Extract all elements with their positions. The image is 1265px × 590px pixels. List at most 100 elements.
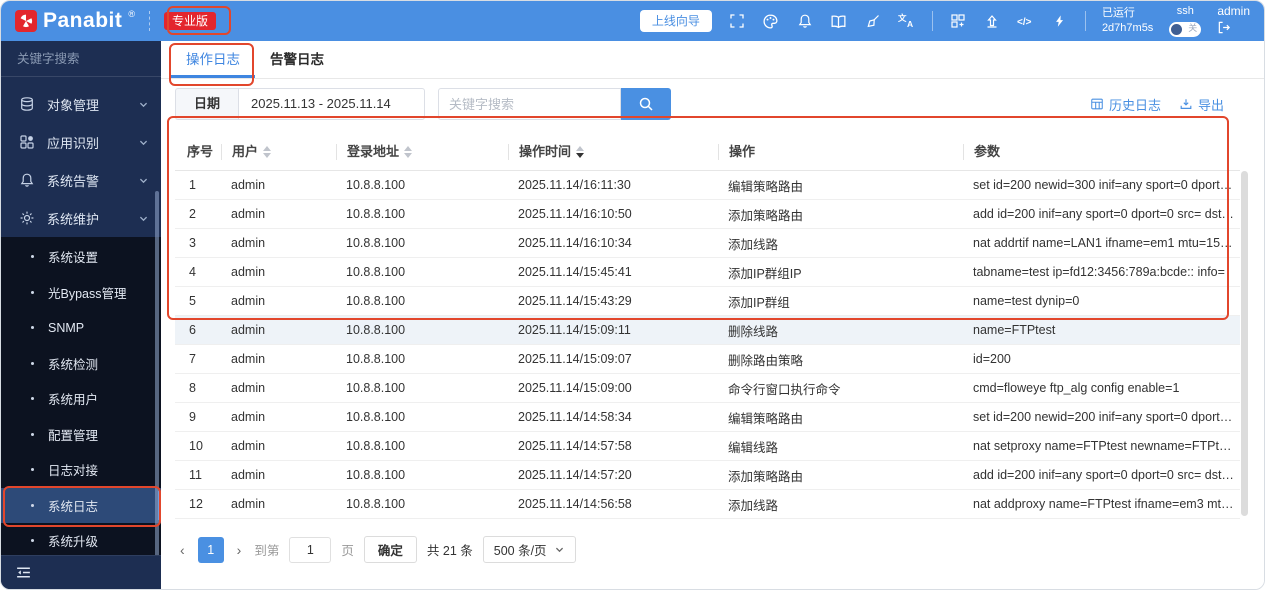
logout-icon[interactable]	[1217, 20, 1232, 35]
cell-addr: 10.8.8.100	[346, 497, 406, 511]
sort-arrows-icon[interactable]	[263, 145, 272, 158]
cell-time: 2025.11.14/16:10:34	[518, 236, 632, 250]
export-link[interactable]: 导出	[1179, 95, 1224, 114]
cell-user: admin	[231, 294, 266, 308]
clean-broom-icon[interactable]	[864, 12, 882, 30]
apps-icon	[19, 134, 35, 150]
sort-arrows-icon[interactable]	[404, 145, 413, 158]
sidebar-subitem-system-upgrade[interactable]: 系统升级	[1, 523, 161, 559]
sidebar-subitem-system-log[interactable]: 系统日志	[1, 487, 161, 523]
table-row: 5 admin 10.8.8.100 2025.11.14/15:43:29 添加IP群…	[175, 287, 1240, 316]
cell-op: 添加策略路由	[728, 208, 804, 223]
sidebar-search-input[interactable]	[17, 51, 178, 66]
sidebar-subitem-config-manage[interactable]: 配置管理	[1, 417, 161, 453]
sidebar-item-system-maintain[interactable]: 系统维护	[1, 199, 161, 237]
prev-page-button[interactable]: ‹	[177, 542, 188, 558]
table-row: 1 admin 10.8.8.100 2025.11.14/16:11:30 编辑策略路…	[175, 171, 1240, 200]
table-row: 12 admin 10.8.8.100 2025.11.14/14:56:58 添加线路…	[175, 490, 1240, 519]
main-content: 操作日志 告警日志 日期 2025.11.13 - 2025.11.14 历史日…	[161, 41, 1264, 589]
column-header-op-time[interactable]: 操作时间	[508, 143, 718, 160]
sidebar-subitem-label: SNMP	[48, 320, 85, 335]
cell-addr: 10.8.8.100	[346, 468, 406, 482]
confirm-page-button[interactable]: 确定	[363, 536, 417, 563]
column-header-user[interactable]: 用户	[221, 143, 336, 160]
column-header-login-addr[interactable]: 登录地址	[336, 143, 508, 160]
page-unit-label: 页	[341, 544, 354, 558]
cell-addr: 10.8.8.100	[346, 381, 406, 395]
translate-icon[interactable]: 文A	[898, 12, 916, 30]
cell-time: 2025.11.14/15:43:29	[518, 294, 632, 308]
column-header-seq: 序号	[175, 144, 221, 160]
sidebar-subitem-label: 日志对接	[48, 464, 99, 479]
cell-time: 2025.11.14/14:56:58	[518, 497, 632, 511]
upgrade-arrow-icon[interactable]	[983, 12, 1001, 30]
cell-seq: 12	[189, 497, 203, 511]
cell-time: 2025.11.14/15:09:11	[518, 323, 631, 337]
keyword-search-input[interactable]	[438, 88, 622, 120]
lightning-icon[interactable]	[1051, 12, 1069, 30]
next-page-button[interactable]: ›	[234, 542, 245, 558]
ssh-toggle[interactable]: 关	[1169, 21, 1202, 37]
toggle-state-label: 关	[1188, 23, 1198, 34]
cell-params: name=FTPtest	[973, 323, 1056, 337]
sidebar-scrollbar[interactable]	[155, 191, 159, 589]
pagination: ‹ 1 › 到第 页 确定 共 21 条 500 条/页	[161, 519, 1264, 563]
cell-user: admin	[231, 323, 266, 337]
main-scrollbar[interactable]	[1241, 171, 1248, 516]
tab-operations-log[interactable]: 操作日志	[171, 41, 255, 78]
table-row: 9 admin 10.8.8.100 2025.11.14/14:58:34 编辑策略路…	[175, 403, 1240, 432]
notification-bell-icon[interactable]	[796, 12, 814, 30]
search-button[interactable]	[621, 88, 672, 120]
cell-seq: 2	[189, 207, 196, 221]
cell-op: 命令行窗口执行命令	[728, 382, 841, 397]
search-icon	[638, 96, 654, 112]
cell-seq: 3	[189, 236, 196, 250]
goto-page-input[interactable]	[289, 536, 332, 563]
sidebar-item-system-alarm[interactable]: 系统告警	[1, 161, 161, 199]
cell-user: admin	[231, 178, 266, 192]
sidebar-footer	[1, 555, 161, 589]
cell-op: 编辑线路	[728, 440, 779, 455]
cell-seq: 6	[189, 323, 196, 337]
sidebar-subitem-system-settings[interactable]: 系统设置	[1, 239, 161, 275]
sidebar-item-app-identify[interactable]: 应用识别	[1, 123, 161, 161]
collapse-sidebar-icon[interactable]	[15, 564, 32, 581]
cell-addr: 10.8.8.100	[346, 410, 406, 424]
app-window: Panabit ® 专业版 上线向导 文A </> 已运行 2d7h7m5s s…	[0, 0, 1265, 590]
sidebar-subitem-label: 系统升级	[48, 535, 99, 550]
sidebar-subitem-snmp[interactable]: SNMP	[1, 310, 161, 346]
cell-op: 添加IP群组IP	[728, 266, 802, 281]
docs-book-icon[interactable]	[830, 12, 848, 30]
current-page-button[interactable]: 1	[197, 536, 224, 563]
alarm-bell-icon	[19, 172, 35, 188]
palette-icon[interactable]	[762, 12, 780, 30]
layout-grid-icon[interactable]	[949, 12, 967, 30]
sort-arrows-icon[interactable]	[576, 145, 585, 158]
column-label: 用户	[232, 143, 259, 159]
sidebar-subitem-label: 配置管理	[48, 428, 99, 443]
top-header: Panabit ® 专业版 上线向导 文A </> 已运行 2d7h7m5s s…	[1, 1, 1264, 41]
page-size-select[interactable]: 500 条/页	[482, 536, 576, 563]
ssh-label: ssh	[1176, 5, 1194, 18]
cell-op: 添加策略路由	[728, 469, 804, 484]
sidebar-subitem-system-detect[interactable]: 系统检测	[1, 346, 161, 382]
onboarding-wizard-button[interactable]: 上线向导	[639, 10, 712, 32]
tab-alarm-log[interactable]: 告警日志	[255, 41, 339, 78]
sidebar-subitem-log-connect[interactable]: 日志对接	[1, 452, 161, 488]
bullet-dot-icon	[31, 503, 34, 507]
cell-op: 编辑策略路由	[728, 411, 804, 426]
sidebar-subitem-system-users[interactable]: 系统用户	[1, 381, 161, 417]
cell-seq: 1	[189, 178, 196, 192]
fullscreen-icon[interactable]	[728, 12, 746, 30]
cell-params: nat addproxy name=FTPtest ifname=em3 mt…	[973, 497, 1234, 511]
code-icon[interactable]: </>	[1017, 12, 1035, 30]
cell-time: 2025.11.14/14:57:20	[518, 468, 632, 482]
cell-time: 2025.11.14/15:45:41	[518, 265, 632, 279]
bullet-dot-icon	[31, 326, 34, 330]
date-range-input[interactable]: 2025.11.13 - 2025.11.14	[238, 88, 426, 120]
sidebar-subitem-bypass[interactable]: 光Bypass管理	[1, 275, 161, 311]
cell-seq: 8	[189, 381, 196, 395]
sidebar-item-objects[interactable]: 对象管理	[1, 85, 161, 123]
history-log-link[interactable]: 历史日志	[1090, 95, 1161, 114]
cell-addr: 10.8.8.100	[346, 439, 406, 453]
